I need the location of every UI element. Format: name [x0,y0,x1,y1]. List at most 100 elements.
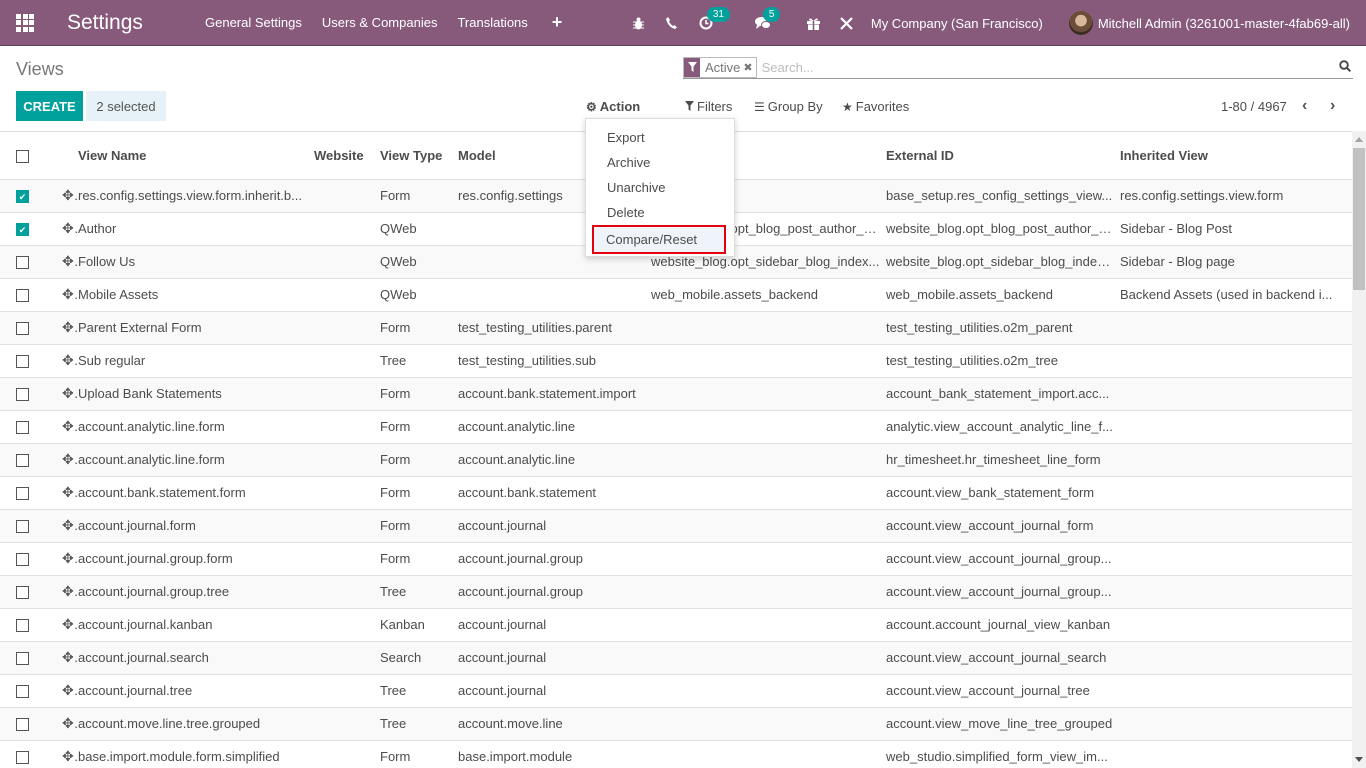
cell-view-name[interactable]: Parent External Form [78,311,314,345]
drag-handle-icon[interactable]: ✥ [62,220,78,236]
cell-inherited-view[interactable] [1120,641,1352,675]
cell-view-name[interactable]: account.analytic.line.form [78,410,314,444]
table-row[interactable]: ✥ account.journal.group.form Form account.j… [0,542,1352,576]
cell-external-id[interactable]: web_studio.simplified_form_view_im... [886,740,1120,768]
table-row[interactable]: ✥ account.journal.kanban Kanban account.jou… [0,608,1352,642]
cell-hidden[interactable] [651,443,886,477]
facet-remove-icon[interactable]: ✖ [743,61,755,74]
groupby-button[interactable]: ☰ Group By [754,99,823,114]
pager-value[interactable]: 1-80 / 4967 [1221,99,1287,114]
cell-website[interactable] [314,245,380,279]
cell-website[interactable] [314,542,380,576]
cell-external-id[interactable]: account.view_account_journal_group... [886,542,1120,576]
row-checkbox[interactable] [16,355,29,369]
drag-handle-icon[interactable]: ✥ [62,385,78,401]
activity-clock-icon[interactable]: 31 [699,7,730,30]
menu-item-export[interactable]: Export [586,125,734,150]
cell-view-type[interactable]: Form [380,443,458,477]
cell-view-type[interactable]: Tree [380,707,458,741]
cell-model[interactable]: account.analytic.line [458,410,651,444]
drag-handle-icon[interactable]: ✥ [62,352,78,368]
cell-inherited-view[interactable] [1120,410,1352,444]
search-input[interactable] [761,59,1339,75]
drag-handle-icon[interactable]: ✥ [62,682,78,698]
cell-view-type[interactable]: Form [380,377,458,411]
user-menu[interactable]: Mitchell Admin (3261001-master-4fab69-al… [1068,11,1350,35]
cell-view-type[interactable]: Form [380,740,458,768]
cell-model[interactable]: account.journal [458,608,651,642]
cell-external-id[interactable]: account.view_account_journal_tree [886,674,1120,708]
cell-website[interactable] [314,443,380,477]
cell-website[interactable] [314,476,380,510]
tools-icon[interactable] [840,16,853,30]
cell-model[interactable]: test_testing_utilities.sub [458,344,651,378]
cell-model[interactable]: account.analytic.line [458,443,651,477]
cell-view-name[interactable]: account.journal.group.form [78,542,314,576]
action-button[interactable]: ⚙ Action [586,99,640,114]
cell-view-name[interactable]: res.config.settings.view.form.inherit.b.… [78,179,314,213]
table-row[interactable]: ✥ Mobile Assets QWeb web_mobile.assets_back… [0,278,1352,312]
cell-view-type[interactable]: Tree [380,575,458,609]
cell-external-id[interactable]: account.view_bank_statement_form [886,476,1120,510]
cell-hidden[interactable]: web_mobile.assets_backend [651,278,886,312]
cell-website[interactable] [314,344,380,378]
cell-view-type[interactable]: Form [380,509,458,543]
cell-inherited-view[interactable]: res.config.settings.view.form [1120,179,1352,213]
table-row[interactable]: ✥ account.analytic.line.form Form account.a… [0,410,1352,444]
drag-handle-icon[interactable]: ✥ [62,550,78,566]
cell-inherited-view[interactable] [1120,575,1352,609]
cell-model[interactable]: account.journal.group [458,542,651,576]
cell-website[interactable] [314,278,380,312]
cell-website[interactable] [314,740,380,768]
cell-inherited-view[interactable]: Backend Assets (used in backend i... [1120,278,1352,312]
select-all-checkbox[interactable] [16,149,29,163]
row-checkbox[interactable] [16,256,29,270]
cell-inherited-view[interactable] [1120,509,1352,543]
drag-handle-icon[interactable]: ✥ [62,748,78,764]
cell-view-name[interactable]: account.journal.group.tree [78,575,314,609]
cell-hidden[interactable] [651,641,886,675]
cell-view-name[interactable]: Mobile Assets [78,278,314,312]
row-checkbox[interactable] [16,619,29,633]
search-icon[interactable] [1339,59,1352,76]
menu-item-unarchive[interactable]: Unarchive [586,175,734,200]
drag-handle-icon[interactable]: ✥ [62,451,78,467]
cell-view-name[interactable]: Upload Bank Statements [78,377,314,411]
cell-hidden[interactable] [651,311,886,345]
cell-view-name[interactable]: Follow Us [78,245,314,279]
cell-website[interactable] [314,575,380,609]
cell-model[interactable]: account.bank.statement [458,476,651,510]
cell-view-name[interactable]: Author [78,212,314,246]
cell-view-name[interactable]: base.import.module.form.simplified [78,740,314,768]
row-checkbox[interactable] [16,322,29,336]
cell-inherited-view[interactable] [1120,377,1352,411]
cell-inherited-view[interactable] [1120,608,1352,642]
table-row[interactable]: ✥ base.import.module.form.simplified Form b… [0,740,1352,768]
menu-item-compare-reset[interactable]: Compare/Reset [592,225,726,254]
scroll-up-icon[interactable] [1355,137,1363,142]
row-checkbox[interactable] [16,454,29,468]
cell-hidden[interactable] [651,707,886,741]
cell-model[interactable]: base.import.module [458,740,651,768]
cell-view-type[interactable]: Search [380,641,458,675]
cell-view-type[interactable]: Tree [380,344,458,378]
cell-external-id[interactable]: account.view_account_journal_group... [886,575,1120,609]
company-switcher[interactable]: My Company (San Francisco) [871,16,1043,31]
cell-view-name[interactable]: account.journal.search [78,641,314,675]
menu-item-archive[interactable]: Archive [586,150,734,175]
cell-website[interactable] [314,509,380,543]
cell-hidden[interactable] [651,410,886,444]
cell-view-name[interactable]: account.bank.statement.form [78,476,314,510]
cell-model[interactable]: account.bank.statement.import [458,377,651,411]
menu-item-delete[interactable]: Delete [586,200,734,225]
table-row[interactable]: ✥ account.analytic.line.form Form account.a… [0,443,1352,477]
chevron-left-icon[interactable]: ‹ [1302,97,1307,115]
cell-hidden[interactable] [651,509,886,543]
row-checkbox[interactable] [16,289,29,303]
cell-hidden[interactable] [651,344,886,378]
row-checkbox[interactable] [16,652,29,666]
cell-inherited-view[interactable] [1120,740,1352,768]
drag-handle-icon[interactable]: ✥ [62,583,78,599]
cell-inherited-view[interactable] [1120,311,1352,345]
row-checkbox[interactable] [16,751,29,765]
